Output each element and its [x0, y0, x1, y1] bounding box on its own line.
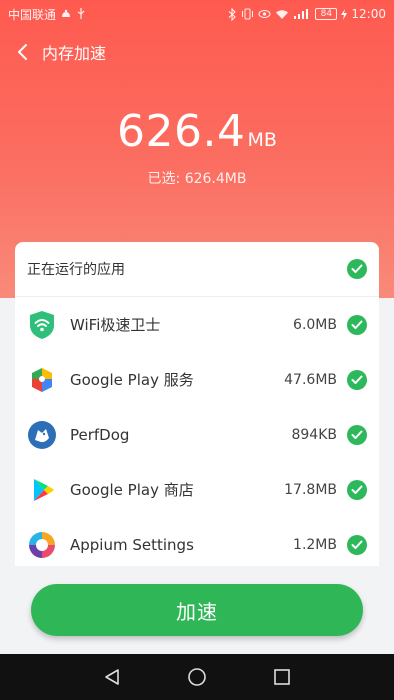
title-bar: 内存加速	[0, 34, 394, 70]
app-size: 17.8MB	[284, 481, 337, 498]
running-apps-card: 正在运行的应用 WiFi极速卫士 6.0MB Google Play 服务 47…	[15, 242, 379, 566]
accelerate-button[interactable]: 加速	[31, 584, 363, 636]
memory-size-value: 626.4	[117, 106, 246, 157]
app-row-google-play-store[interactable]: Google Play 商店 17.8MB	[15, 462, 379, 517]
notification-icon	[62, 9, 71, 17]
check-icon[interactable]	[347, 534, 367, 555]
wifi-guard-icon	[27, 310, 57, 340]
vibrate-icon	[242, 8, 254, 20]
check-icon[interactable]	[347, 314, 367, 335]
system-nav-bar	[0, 654, 394, 700]
battery-indicator: 84	[315, 8, 338, 20]
appium-settings-icon	[27, 530, 57, 560]
select-all-check-icon[interactable]	[347, 259, 367, 279]
google-play-store-icon	[27, 475, 57, 505]
app-name: Appium Settings	[70, 535, 194, 554]
app-row-wifi-guard[interactable]: WiFi极速卫士 6.0MB	[15, 297, 379, 352]
selected-size-text: 已选: 626.4MB	[147, 171, 247, 187]
check-icon[interactable]	[347, 424, 367, 445]
app-row-google-play-services[interactable]: Google Play 服务 47.6MB	[15, 352, 379, 407]
perfdog-icon	[27, 420, 57, 450]
app-size: 6.0MB	[293, 316, 337, 333]
bluetooth-icon	[229, 7, 237, 21]
clock: 12:00	[351, 7, 386, 21]
memory-size-display: 626.4 MB	[0, 106, 394, 157]
app-size: 47.6MB	[284, 371, 337, 388]
back-arrow-icon[interactable]	[2, 34, 42, 70]
nav-back-icon[interactable]	[92, 657, 132, 697]
carrier-label: 中国联通	[8, 7, 57, 22]
app-size: 1.2MB	[293, 536, 337, 553]
app-row-perfdog[interactable]: PerfDog 894KB	[15, 407, 379, 462]
page-title: 内存加速	[42, 44, 107, 63]
app-size: 894KB	[291, 426, 337, 443]
check-icon[interactable]	[347, 479, 367, 500]
eye-icon	[258, 10, 271, 18]
usb-icon	[77, 8, 85, 19]
status-bar: 中国联通 84 12:00	[0, 0, 394, 28]
google-play-services-icon	[27, 365, 57, 395]
wifi-status-icon	[276, 9, 289, 19]
signal-icon	[294, 9, 309, 19]
app-name: Google Play 服务	[70, 371, 194, 389]
app-row-appium-settings[interactable]: Appium Settings 1.2MB	[15, 517, 379, 566]
check-icon[interactable]	[347, 369, 367, 390]
running-apps-header[interactable]: 正在运行的应用	[15, 242, 379, 297]
memory-size-unit: MB	[247, 129, 277, 151]
app-name: Google Play 商店	[70, 481, 194, 499]
running-apps-label: 正在运行的应用	[27, 262, 125, 278]
charging-icon	[341, 8, 348, 20]
nav-recents-icon[interactable]	[262, 657, 302, 697]
app-name: WiFi极速卫士	[70, 316, 161, 334]
app-name: PerfDog	[70, 425, 130, 444]
nav-home-icon[interactable]	[177, 657, 217, 697]
